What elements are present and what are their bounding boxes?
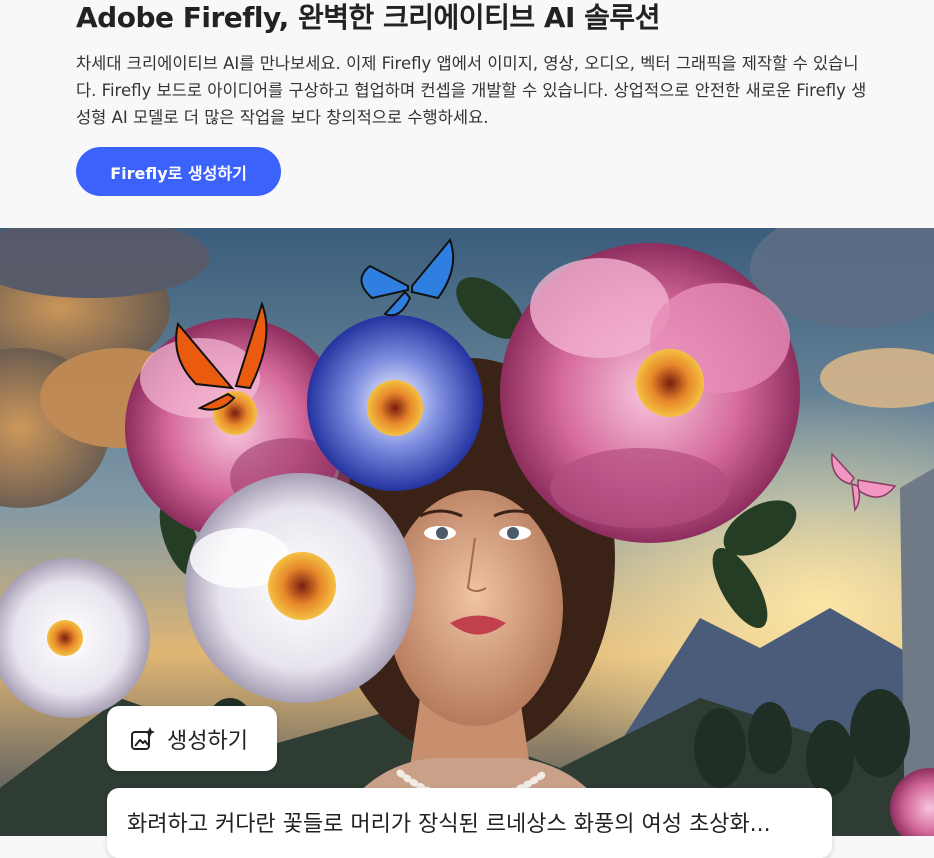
- blue-flower: [307, 315, 483, 491]
- sparkle-image-icon: [131, 726, 155, 750]
- page-description: 차세대 크리에이티브 AI를 만나보세요. 이제 Firefly 앱에서 이미지…: [76, 54, 867, 127]
- prompt-text-box: 화려하고 커다란 꽃들로 머리가 장식된 르네상스 화풍의 여성 초상화...: [107, 788, 832, 858]
- generate-with-firefly-button[interactable]: Firefly로 생성하기: [76, 147, 281, 196]
- prompt-text: 화려하고 커다란 꽃들로 머리가 장식된 르네상스 화풍의 여성 초상화...: [127, 812, 771, 837]
- pink-peony-large: [500, 243, 800, 543]
- page-title: Adobe Firefly, 완벽한 크리에이티브 AI 솔루션: [76, 1, 660, 34]
- generate-button-label: 생성하기: [167, 728, 248, 754]
- intro-section: Adobe Firefly, 완벽한 크리에이티브 AI 솔루션 차세대 크리에…: [0, 0, 934, 228]
- generate-button[interactable]: 생성하기: [107, 706, 277, 771]
- white-flower-center: [185, 473, 415, 703]
